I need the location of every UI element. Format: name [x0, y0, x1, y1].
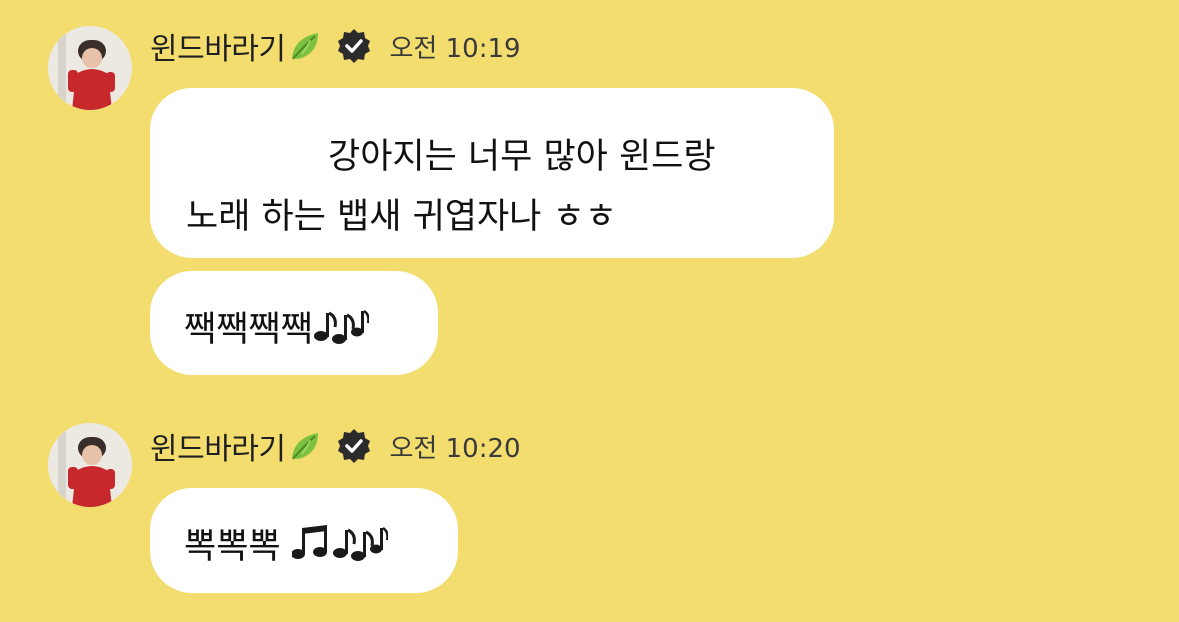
message-bubble[interactable]: 뽁뽁뽁 — [150, 488, 458, 593]
message-text-line: 강아지는 너무 많아 윈드랑 — [328, 137, 716, 177]
avatar[interactable] — [48, 423, 132, 507]
message-header: 윈드바라기 오전 10:20 — [150, 424, 521, 468]
message-text-line: 짹짹짹짹 — [184, 301, 370, 354]
message-text-line: 노래 하는 뱁새 귀엽자나 ㅎㅎ — [186, 197, 617, 237]
leaf-emoji-icon — [288, 28, 324, 64]
verified-badge-icon — [336, 28, 372, 64]
avatar[interactable] — [48, 26, 132, 110]
leaf-emoji-icon — [288, 428, 324, 464]
verified-badge-icon — [336, 428, 372, 464]
message-bubble[interactable]: 짹짹짹짹 — [150, 271, 438, 375]
message-time: 오전 10:19 — [389, 33, 521, 64]
message-text-line: 뽁뽁뽁 — [184, 518, 389, 571]
beamed-music-notes-icon — [290, 522, 332, 571]
message-time: 오전 10:20 — [389, 433, 521, 464]
sender-name[interactable]: 윈드바라기 — [150, 24, 286, 68]
message-header: 윈드바라기 오전 10:19 — [150, 24, 521, 68]
message-text: 뽁뽁뽁 — [184, 527, 281, 567]
double-music-note-icon — [332, 522, 389, 571]
double-music-note-icon — [313, 305, 370, 354]
sender-name[interactable]: 윈드바라기 — [150, 424, 286, 468]
message-bubble[interactable]: 강아지는 너무 많아 윈드랑 노래 하는 뱁새 귀엽자나 ㅎㅎ — [150, 88, 834, 258]
message-text: 짹짹짹짹 — [184, 310, 313, 350]
